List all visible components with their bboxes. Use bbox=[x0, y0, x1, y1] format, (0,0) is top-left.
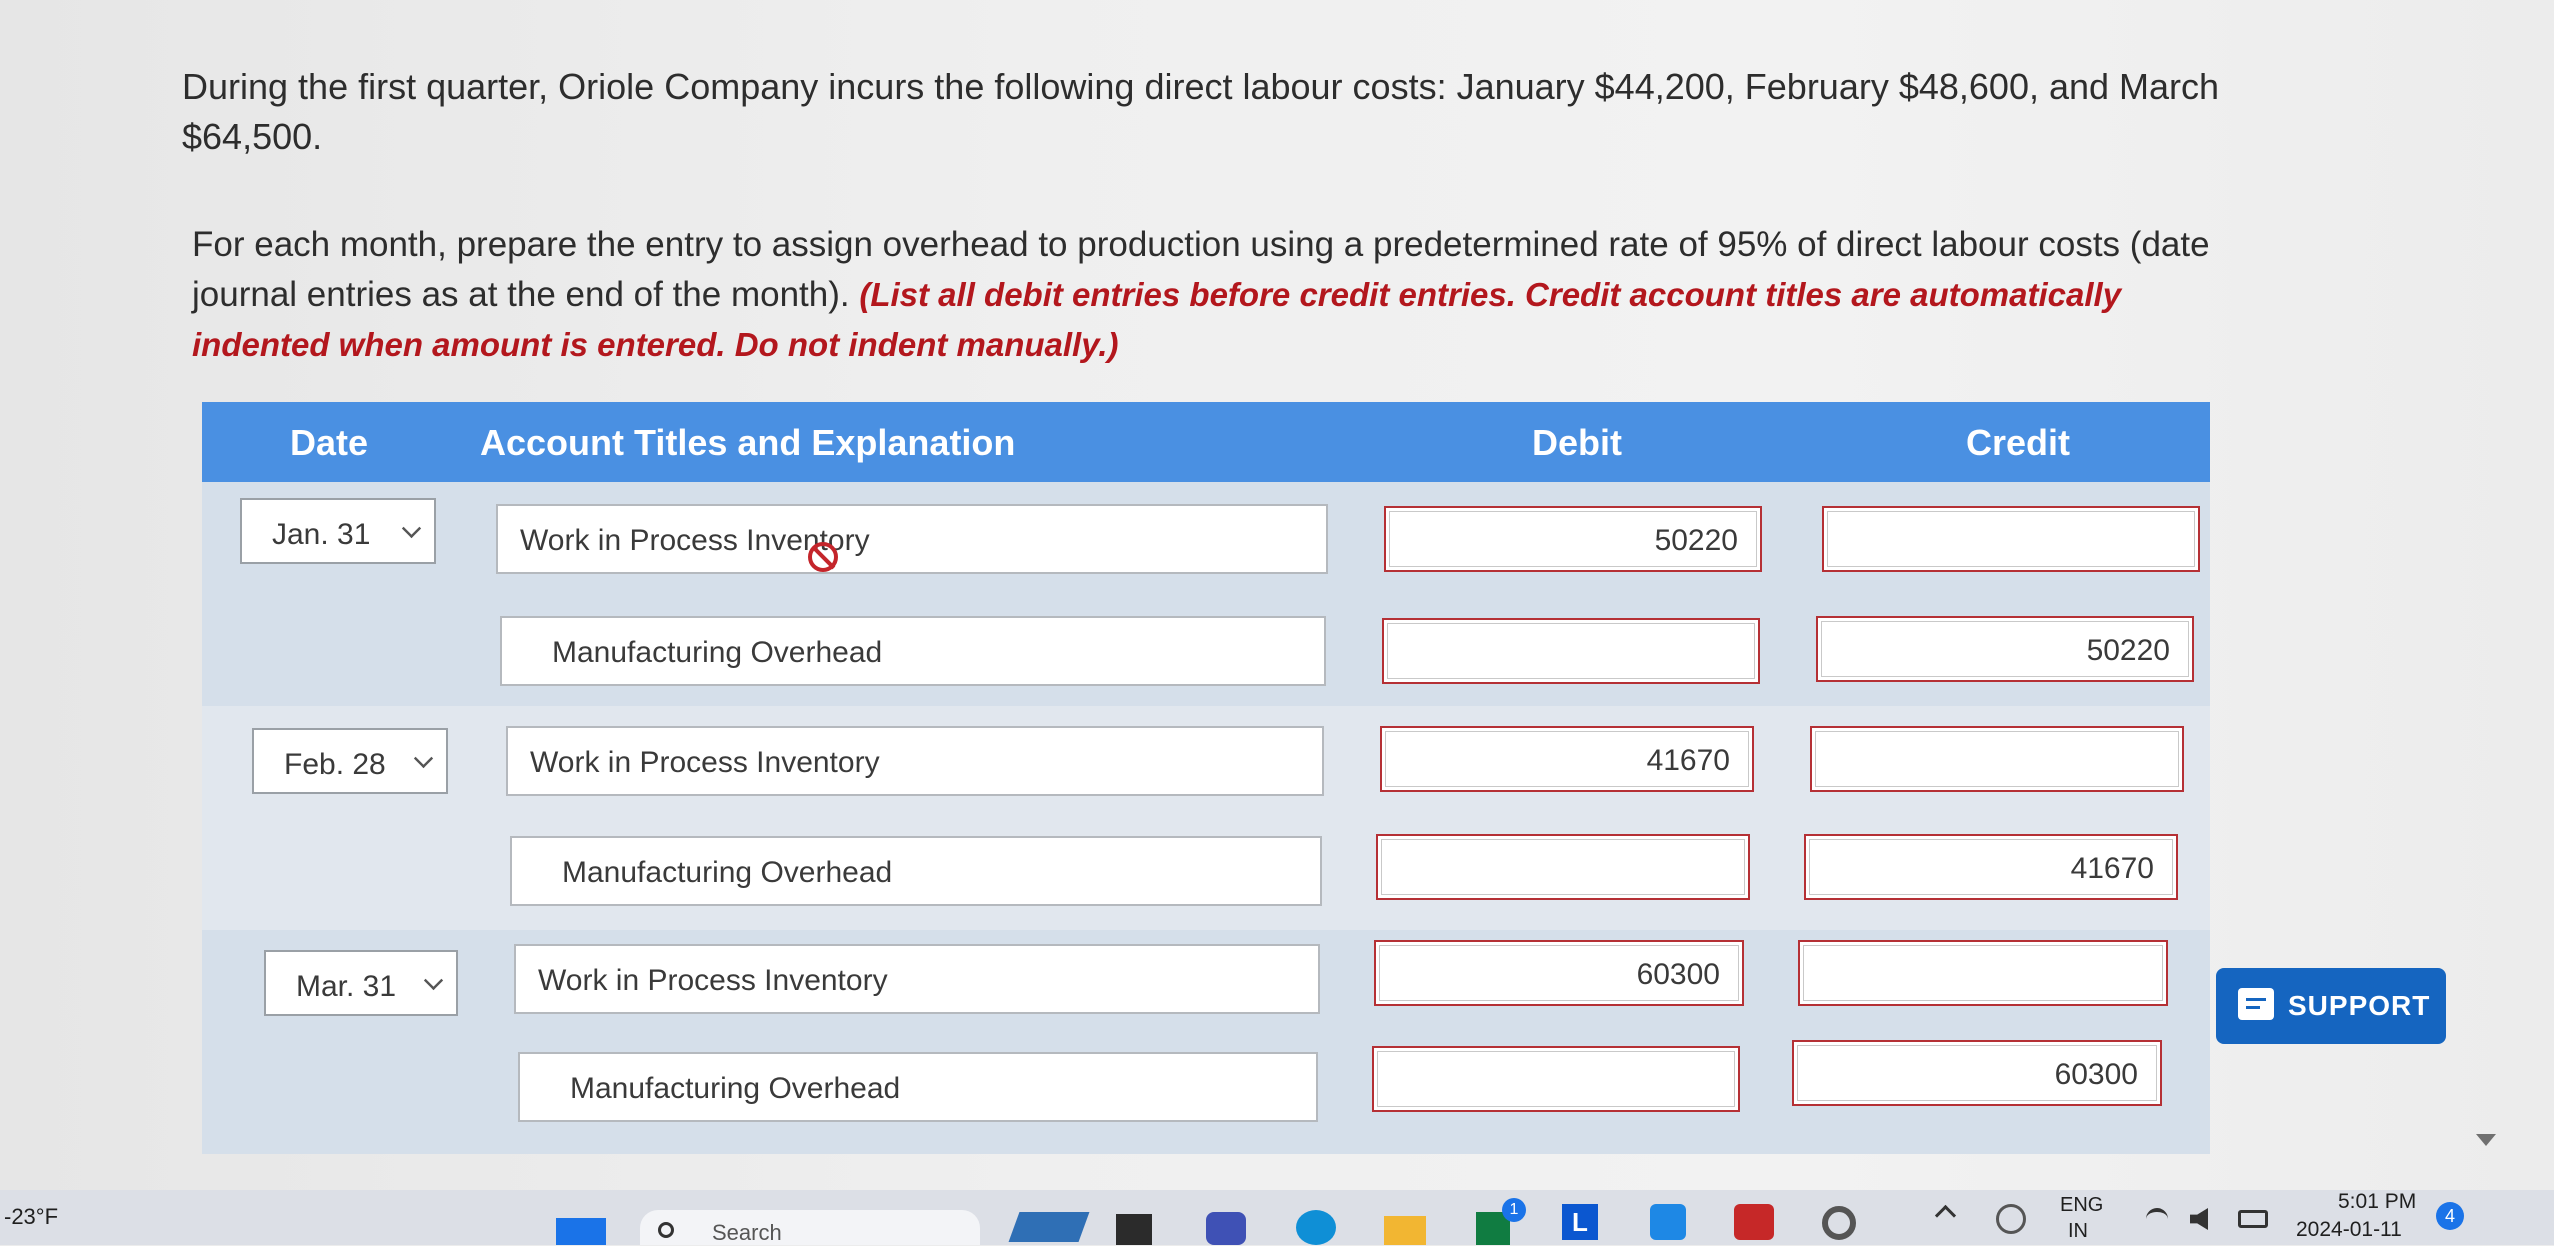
clock-time[interactable]: 5:01 PM bbox=[2338, 1190, 2416, 1214]
account-input-feb-credit[interactable]: Manufacturing Overhead bbox=[510, 836, 1322, 906]
debit-input-feb[interactable]: 41670 bbox=[1380, 726, 1754, 792]
app-icon-blue[interactable] bbox=[1650, 1204, 1686, 1240]
file-explorer-icon[interactable] bbox=[1116, 1214, 1152, 1245]
app-icon-l[interactable]: L bbox=[1562, 1204, 1598, 1240]
credit-input-mar-debit-row[interactable] bbox=[1798, 940, 2168, 1006]
notification-count-badge[interactable]: 4 bbox=[2436, 1202, 2464, 1230]
account-value: Work in Process Inventory bbox=[530, 746, 880, 779]
search-box[interactable]: Search bbox=[640, 1210, 980, 1245]
chat-icon bbox=[2238, 988, 2274, 1020]
teams-icon[interactable] bbox=[1206, 1212, 1246, 1245]
date-select-jan[interactable]: Jan. 31 bbox=[240, 498, 436, 564]
app-icon-widget[interactable] bbox=[1008, 1212, 1090, 1242]
credit-input-feb[interactable]: 41670 bbox=[1804, 834, 2178, 900]
volume-muted-icon[interactable] bbox=[2190, 1208, 2208, 1230]
edge-icon[interactable] bbox=[1296, 1210, 1336, 1245]
support-label: SUPPORT bbox=[2288, 990, 2431, 1021]
windows-taskbar: -23°F Search 1 L ENG IN 5:01 PM 2024-01-… bbox=[0, 1190, 2554, 1245]
table-header: Date Account Titles and Explanation Debi… bbox=[202, 402, 2210, 482]
credit-input-jan[interactable]: 50220 bbox=[1816, 616, 2194, 682]
battery-icon[interactable] bbox=[2238, 1210, 2268, 1228]
chevron-down-icon bbox=[401, 518, 422, 539]
folder-icon[interactable] bbox=[1384, 1216, 1426, 1245]
debit-input-jan-credit-row[interactable] bbox=[1382, 618, 1760, 684]
header-debit: Debit bbox=[1532, 422, 1622, 463]
search-icon bbox=[658, 1222, 674, 1238]
scroll-down-arrow-icon[interactable] bbox=[2476, 1134, 2496, 1146]
date-select-mar[interactable]: Mar. 31 bbox=[264, 950, 458, 1016]
account-input-feb-debit[interactable]: Work in Process Inventory bbox=[506, 726, 1324, 796]
credit-input-mar[interactable]: 60300 bbox=[1792, 1040, 2162, 1106]
debit-input-mar-credit-row[interactable] bbox=[1372, 1046, 1740, 1112]
wifi-icon[interactable] bbox=[2146, 1208, 2168, 1230]
search-label: Search bbox=[712, 1220, 782, 1245]
amount-value: 50220 bbox=[2086, 634, 2170, 667]
chevron-down-icon bbox=[423, 970, 444, 991]
weather-temp[interactable]: -23°F bbox=[4, 1204, 58, 1230]
support-button[interactable]: SUPPORT bbox=[2216, 968, 2446, 1044]
amount-value: 41670 bbox=[1646, 744, 1730, 777]
settings-gear-icon[interactable] bbox=[1822, 1206, 1856, 1240]
notification-badge: 1 bbox=[1502, 1198, 1526, 1222]
browser-page: During the first quarter, Oriole Company… bbox=[0, 0, 2554, 1190]
debit-input-jan[interactable]: 50220 bbox=[1384, 506, 1762, 572]
debit-input-feb-credit-row[interactable] bbox=[1376, 834, 1750, 900]
amount-value: 41670 bbox=[2070, 852, 2154, 885]
header-account: Account Titles and Explanation bbox=[480, 422, 1016, 463]
language-region[interactable]: IN bbox=[2068, 1220, 2088, 1243]
header-date: Date bbox=[290, 422, 369, 463]
header-credit: Credit bbox=[1966, 422, 2071, 463]
sync-icon[interactable] bbox=[1996, 1204, 2026, 1234]
amount-value: 60300 bbox=[1636, 958, 1720, 991]
account-value: Manufacturing Overhead bbox=[570, 1072, 901, 1105]
chevron-down-icon bbox=[413, 748, 434, 769]
credit-input-feb-debit-row[interactable] bbox=[1810, 726, 2184, 792]
credit-input-jan-debit-row[interactable] bbox=[1822, 506, 2200, 572]
app-icon-red[interactable] bbox=[1734, 1204, 1774, 1240]
problem-statement: During the first quarter, Oriole Company… bbox=[182, 62, 2222, 370]
debit-input-mar[interactable]: 60300 bbox=[1374, 940, 1744, 1006]
chevron-up-icon[interactable] bbox=[1934, 1204, 1957, 1227]
date-value: Feb. 28 bbox=[284, 748, 386, 781]
account-input-mar-credit[interactable]: Manufacturing Overhead bbox=[518, 1052, 1318, 1122]
date-select-feb[interactable]: Feb. 28 bbox=[252, 728, 448, 794]
amount-value: 60300 bbox=[2054, 1058, 2138, 1091]
problem-instruction: For each month, prepare the entry to ass… bbox=[192, 220, 2222, 370]
clock-date[interactable]: 2024-01-11 bbox=[2296, 1218, 2402, 1242]
date-value: Mar. 31 bbox=[296, 970, 397, 1003]
amount-value: 50220 bbox=[1654, 524, 1738, 557]
account-value: Manufacturing Overhead bbox=[562, 856, 893, 889]
date-value: Jan. 31 bbox=[272, 518, 371, 551]
account-input-jan-credit[interactable]: Manufacturing Overhead bbox=[500, 616, 1326, 686]
account-value: Manufacturing Overhead bbox=[552, 636, 883, 669]
account-input-mar-debit[interactable]: Work in Process Inventory bbox=[514, 944, 1320, 1014]
account-input-jan-debit[interactable]: Work in Process Inventory bbox=[496, 504, 1328, 574]
windows-start-icon[interactable] bbox=[556, 1218, 606, 1245]
problem-intro: During the first quarter, Oriole Company… bbox=[182, 66, 2220, 157]
not-allowed-cursor-icon bbox=[808, 542, 838, 572]
account-value: Work in Process Inventory bbox=[538, 964, 888, 997]
language-code[interactable]: ENG bbox=[2060, 1194, 2103, 1217]
